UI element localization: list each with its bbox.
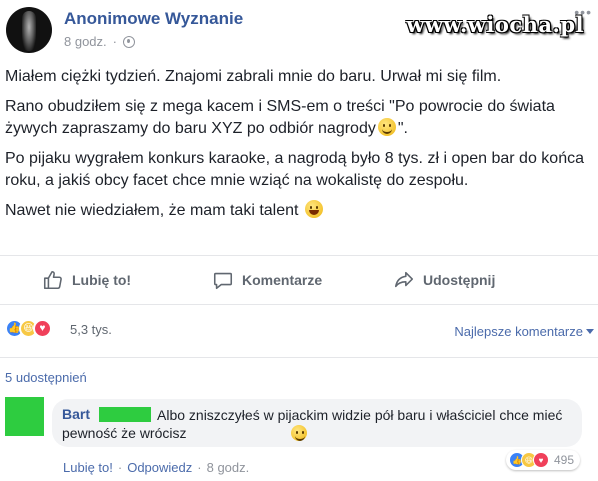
like-button[interactable]: Lubię to!: [42, 269, 131, 291]
shares-link[interactable]: 5 udostępnień: [5, 370, 87, 385]
globe-icon: [123, 35, 135, 48]
comment-sort-dropdown[interactable]: Najlepsze komentarze: [454, 324, 594, 339]
comment-like-link[interactable]: Lubię to!: [63, 460, 113, 475]
post-timestamp[interactable]: 8 godz.: [64, 34, 107, 49]
post-header: Anonimowe Wyznanie 8 godz. · www.wiocha.…: [0, 0, 598, 60]
separator: ·: [117, 460, 123, 475]
post-text: Miałem ciężki tydzień. Znajomi zabrali m…: [5, 66, 590, 230]
censored-name-block: [99, 407, 151, 422]
reactions-row: 👍 😆 ♥ 5,3 tys. Najlepsze komentarze: [0, 315, 598, 343]
comment-button[interactable]: Komentarze: [212, 269, 322, 291]
thumbs-up-icon: [43, 270, 62, 290]
comment-author[interactable]: Bart: [62, 406, 90, 422]
divider: [0, 255, 598, 256]
meta-separator: ·: [112, 34, 117, 49]
share-arrow-icon: [394, 271, 414, 288]
more-options-icon[interactable]: •••: [574, 4, 592, 20]
post-paragraph: Nawet nie wiedziałem, że mam taki talent: [5, 200, 590, 222]
love-reaction-icon: ♥: [33, 319, 52, 338]
divider: [0, 304, 598, 305]
comment-bubble: Albo zniszczyłeś w pijackim widzie pół b…: [52, 399, 582, 447]
post-paragraph: Rano obudziłem się z mega kacem i SMS-em…: [5, 98, 555, 137]
post-paragraph: Po pijaku wygrałem konkurs karaoke, a na…: [5, 150, 584, 189]
post-action-bar: Lubię to! Komentarze Udostępnij: [0, 262, 598, 298]
post-paragraph: Miałem ciężki tydzień. Znajomi zabrali m…: [5, 68, 502, 85]
smile-emoji-icon: [377, 118, 396, 136]
comment-reactions[interactable]: 👍 😆 ♥ 495: [505, 450, 580, 470]
wink-emoji-icon: [291, 425, 307, 441]
divider: [0, 357, 598, 358]
caret-down-icon: [586, 329, 594, 334]
comment-actions: Lubię to! · Odpowiedz · 8 godz.: [63, 460, 249, 475]
comment-timestamp[interactable]: 8 godz.: [207, 460, 250, 475]
love-reaction-icon: ♥: [532, 452, 549, 468]
comment-avatar[interactable]: [5, 397, 44, 436]
comment-reaction-count: 495: [553, 453, 574, 467]
reaction-icons[interactable]: 👍 😆 ♥: [5, 319, 52, 338]
laugh-emoji-icon: [304, 200, 323, 218]
share-button[interactable]: Udostępnij: [393, 269, 495, 291]
comment-icon: [213, 272, 233, 290]
reaction-count[interactable]: 5,3 tys.: [70, 322, 112, 337]
page-name[interactable]: Anonimowe Wyznanie: [64, 9, 243, 29]
watermark: www.wiocha.pl: [406, 12, 584, 37]
separator: ·: [197, 460, 202, 475]
smoke-image: [22, 11, 36, 51]
page-avatar[interactable]: [6, 7, 52, 53]
post-meta: 8 godz. ·: [64, 34, 135, 49]
comment-reply-link[interactable]: Odpowiedz: [127, 460, 192, 475]
